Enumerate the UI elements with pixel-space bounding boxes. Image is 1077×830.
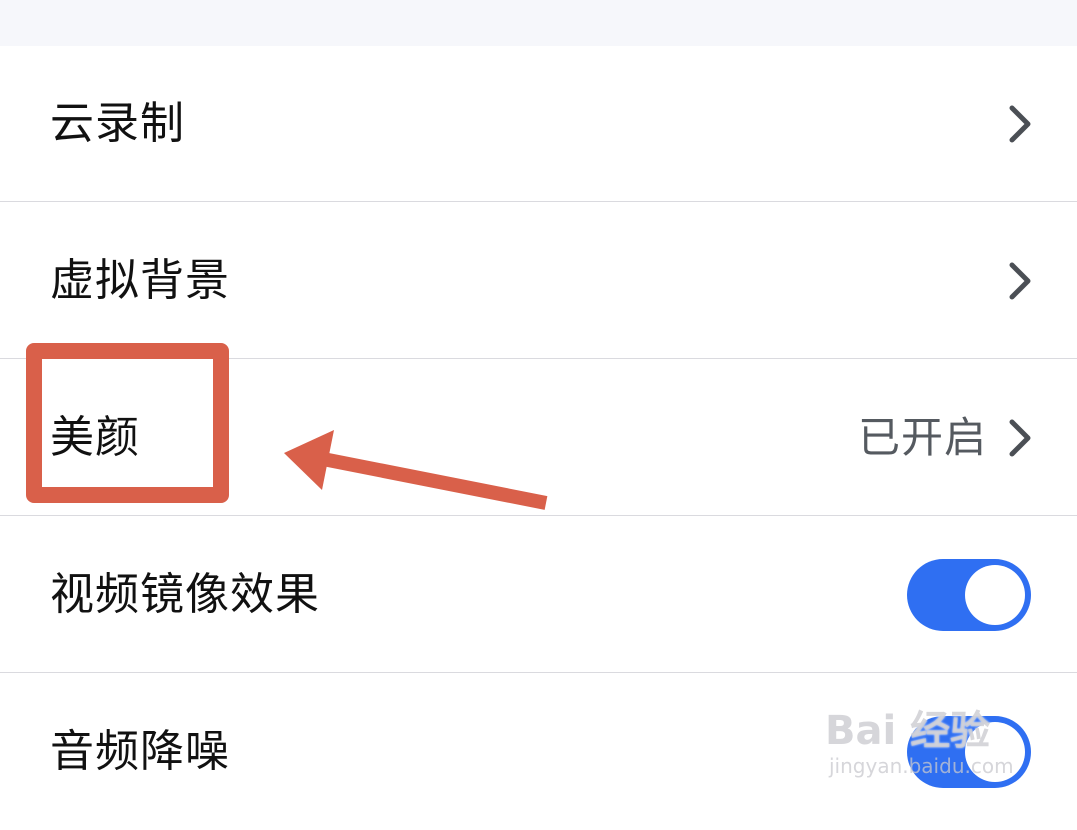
watermark-url: jingyan.baidu.com bbox=[829, 754, 1014, 778]
baidu-jingyan-watermark: Bai 经验 jingyan.baidu.com bbox=[825, 692, 1035, 782]
watermark-logo-text: Bai 经验 bbox=[825, 708, 991, 754]
annotation-arrow-icon bbox=[284, 430, 548, 510]
